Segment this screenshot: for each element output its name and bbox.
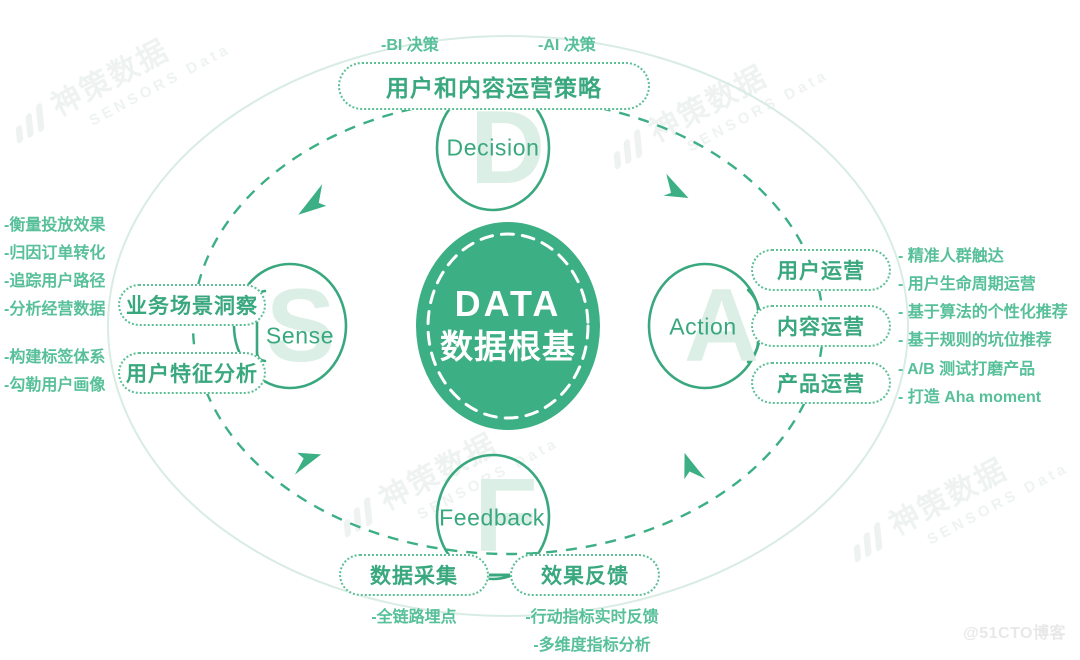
feedback-detail-left: -全链路埋点 — [364, 604, 464, 632]
sense-detail-item: -构建标签体系 — [4, 349, 106, 366]
flow-arrow-bottom-right — [684, 452, 706, 480]
center-core-label: DATA 数据根基 — [440, 283, 576, 367]
node-label-action: Action — [669, 313, 737, 340]
flow-arrow-top-left — [298, 184, 327, 215]
action-detail-group-content: - 基于算法的个性化推荐 - 基于规则的坑位推荐 — [898, 299, 1068, 355]
action-detail-item: - 精准人群触达 — [898, 248, 1004, 265]
flow-arrow-top-right — [663, 173, 689, 198]
corner-watermark: @51CTO博客 — [963, 625, 1066, 642]
sense-detail-item: -分析经营数据 — [4, 301, 106, 318]
flow-arrow-bottom-left — [294, 452, 322, 475]
center-title-cn: 数据根基 — [440, 328, 576, 366]
pill-action-user-ops[interactable]: 用户运营 — [751, 249, 891, 291]
sense-detail-group-one: -衡量投放效果 -归因订单转化 -追踪用户路径 -分析经营数据 — [4, 212, 105, 324]
action-detail-item: - 基于规则的坑位推荐 — [898, 332, 1052, 349]
sense-detail-item: -勾勒用户画像 — [4, 377, 106, 394]
action-detail-group-user: - 精准人群触达 - 用户生命周期运营 — [898, 243, 1036, 299]
node-label-feedback: Feedback — [439, 504, 545, 531]
decision-tag-bi: -BI 决策 — [381, 37, 439, 54]
sense-detail-item: -追踪用户路径 — [4, 273, 106, 290]
center-title-en: DATA — [454, 282, 562, 324]
action-detail-item: - 用户生命周期运营 — [898, 276, 1036, 293]
action-detail-item: - 打造 Aha moment — [898, 389, 1042, 406]
sense-detail-item: -归因订单转化 — [4, 245, 106, 262]
pill-decision-strategy[interactable]: 用户和内容运营策略 — [338, 62, 650, 110]
sense-detail-group-two: -构建标签体系 -勾勒用户画像 — [4, 344, 105, 400]
pill-feedback-effect[interactable]: 效果反馈 — [510, 554, 660, 596]
node-label-sense: Sense — [265, 322, 335, 349]
diagram-canvas: 神策数据 SENSORS Data 神策数据 SENSORS Data 神策数据… — [0, 0, 1080, 654]
pill-action-content-ops[interactable]: 内容运营 — [751, 305, 891, 347]
action-detail-item: - A/B 测试打磨产品 — [898, 361, 1036, 378]
pill-feedback-data-collection[interactable]: 数据采集 — [339, 554, 489, 596]
pill-sense-business-insight[interactable]: 业务场景洞察 — [118, 284, 266, 326]
feedback-detail-item: -多维度指标分析 — [533, 637, 651, 654]
sense-detail-item: -衡量投放效果 — [4, 217, 106, 234]
feedback-detail-item: -全链路埋点 — [371, 609, 457, 626]
action-detail-item: - 基于算法的个性化推荐 — [898, 304, 1068, 321]
feedback-detail-right: -行动指标实时反馈 -多维度指标分析 — [522, 604, 662, 660]
node-label-decision: Decision — [446, 134, 540, 161]
pill-action-product-ops[interactable]: 产品运营 — [751, 362, 891, 404]
decision-tag-ai: -AI 决策 — [538, 37, 596, 54]
feedback-detail-item: -行动指标实时反馈 — [525, 609, 659, 626]
action-detail-group-product: - A/B 测试打磨产品 - 打造 Aha moment — [898, 356, 1041, 412]
pill-sense-user-profile[interactable]: 用户特征分析 — [118, 352, 266, 394]
